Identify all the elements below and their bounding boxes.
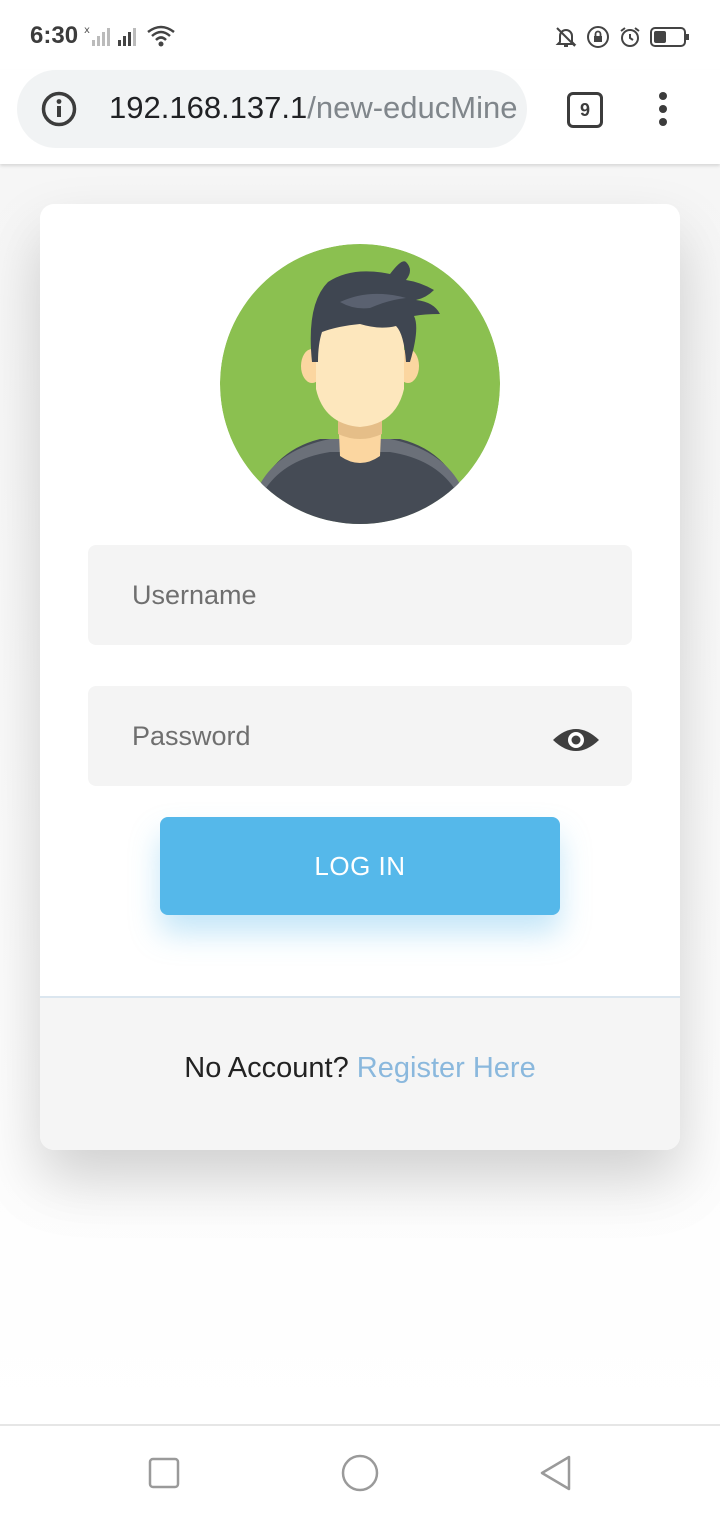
username-field[interactable]: [88, 545, 632, 645]
login-button[interactable]: LOG IN: [160, 817, 560, 915]
bell-off-icon: [555, 27, 577, 47]
card-footer: No Account? Register Here: [40, 996, 680, 1150]
home-icon[interactable]: [340, 1453, 380, 1493]
register-prompt: No Account? Register Here: [40, 1052, 680, 1085]
no-signal-icon: x: [84, 25, 110, 46]
page-content: LOG IN No Account? Register Here: [0, 164, 720, 1424]
rotation-lock-icon: [587, 26, 609, 48]
status-time: 6:30: [30, 22, 79, 49]
back-icon[interactable]: [538, 1454, 574, 1492]
wifi-icon: [147, 25, 175, 47]
register-link[interactable]: Register Here: [357, 1052, 536, 1084]
eye-icon[interactable]: [552, 726, 600, 754]
menu-dot: [659, 92, 667, 100]
system-nav-bar: [0, 1424, 720, 1522]
avatar-icon: [220, 244, 500, 524]
status-bar: 6:30 x: [0, 0, 720, 70]
status-right-icons: [554, 24, 690, 50]
address-bar[interactable]: 192.168.137.1/new-educMine: [17, 70, 527, 148]
url-host: 192.168.137.1: [109, 90, 308, 125]
login-card: LOG IN No Account? Register Here: [40, 204, 680, 1150]
info-icon[interactable]: [41, 91, 77, 127]
tab-count: 9: [579, 99, 590, 120]
username-input[interactable]: [88, 545, 632, 645]
menu-dot: [659, 118, 667, 126]
alarm-icon: [620, 27, 640, 47]
status-left-icons: x: [84, 24, 176, 48]
url-text[interactable]: 192.168.137.1/new-educMine: [109, 90, 525, 126]
menu-dot: [659, 105, 667, 113]
no-account-text: No Account?: [184, 1052, 349, 1084]
password-field[interactable]: [88, 686, 632, 786]
tab-switcher-button[interactable]: 9: [567, 92, 603, 128]
battery-icon: [650, 27, 689, 47]
cell-signal-icon: [118, 28, 136, 46]
password-input[interactable]: [88, 686, 632, 786]
browser-toolbar: 192.168.137.1/new-educMine 9: [0, 70, 720, 164]
recents-icon[interactable]: [147, 1456, 181, 1490]
browser-menu-button[interactable]: [656, 92, 670, 128]
svg-text:x: x: [84, 25, 90, 36]
url-path: /new-educMine: [307, 90, 518, 125]
